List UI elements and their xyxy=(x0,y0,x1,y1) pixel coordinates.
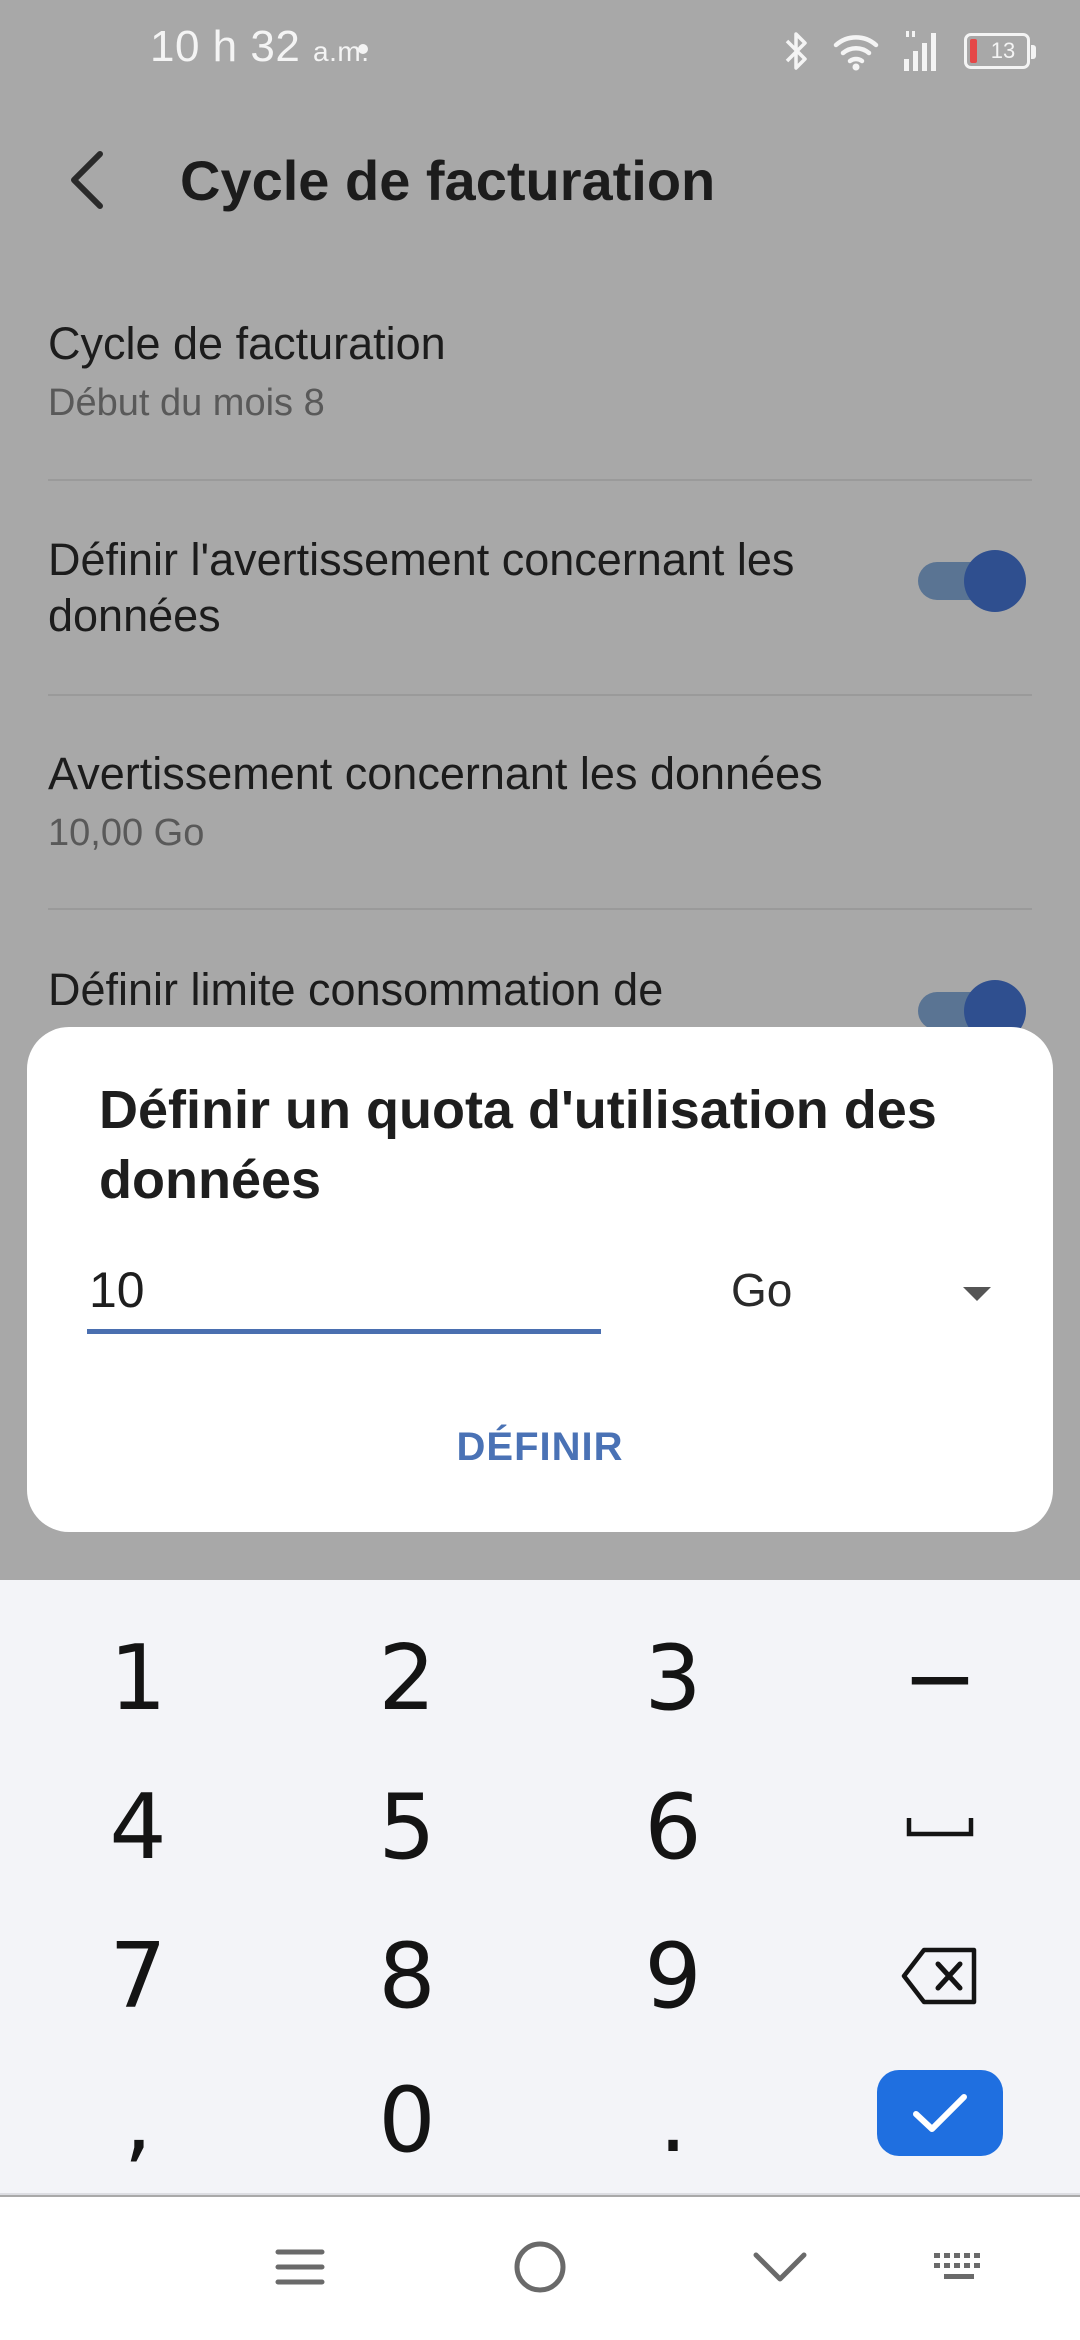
toggle-thumb xyxy=(964,550,1026,612)
define-button[interactable]: DÉFINIR xyxy=(327,1407,753,1487)
data-warning-toggle[interactable] xyxy=(918,550,1028,612)
quota-input[interactable] xyxy=(87,1255,599,1325)
key-comma[interactable]: , xyxy=(18,2050,258,2190)
navigation-bar xyxy=(0,2197,1080,2340)
home-button[interactable] xyxy=(485,2227,595,2307)
keyboard-switch-button[interactable] xyxy=(905,2227,1015,2307)
confirm-key[interactable] xyxy=(877,2070,1003,2156)
status-clock: 10 h 32 xyxy=(150,22,301,71)
wifi-icon xyxy=(832,31,880,71)
divider xyxy=(48,694,1032,696)
home-icon xyxy=(514,2241,566,2293)
key-7[interactable]: 7 xyxy=(18,1906,258,2046)
set-data-limit-row[interactable]: Définir limite consommation de xyxy=(48,962,808,1018)
key-2[interactable]: 2 xyxy=(287,1608,527,1748)
set-data-warning-row[interactable]: Définir l'avertissement concernant les d… xyxy=(48,532,808,644)
checkmark-icon xyxy=(913,2094,967,2132)
divider xyxy=(48,479,1032,481)
battery-icon: 13 xyxy=(964,33,1036,69)
key-0[interactable]: 0 xyxy=(287,2050,527,2190)
billing-cycle-subtitle: Début du mois 8 xyxy=(48,382,325,424)
numeric-keyboard: 1 2 3 − 4 5 6 7 8 9 , 0 . xyxy=(0,1580,1080,2195)
key-backspace[interactable] xyxy=(820,1906,1060,2046)
chevron-down-icon xyxy=(963,1287,991,1301)
app-bar: Cycle de facturation xyxy=(0,120,1080,250)
back-arrow-icon xyxy=(71,151,103,209)
set-data-limit-title: Définir limite consommation de xyxy=(48,964,664,1015)
signal-icon xyxy=(902,29,942,73)
divider xyxy=(48,908,1032,910)
key-4[interactable]: 4 xyxy=(18,1757,258,1897)
key-9[interactable]: 9 xyxy=(553,1906,793,2046)
status-time: 10 h 32 a.m. xyxy=(150,22,370,72)
page-title: Cycle de facturation xyxy=(180,149,716,212)
billing-cycle-row[interactable]: Cycle de facturation Début du mois 8 xyxy=(48,316,1032,425)
recent-apps-button[interactable] xyxy=(245,2227,355,2307)
key-8[interactable]: 8 xyxy=(287,1906,527,2046)
key-minus[interactable]: − xyxy=(820,1608,1060,1748)
notification-dot xyxy=(358,44,368,54)
key-1[interactable]: 1 xyxy=(18,1608,258,1748)
keyboard-switch-icon xyxy=(934,2253,980,2279)
billing-cycle-title: Cycle de facturation xyxy=(48,318,446,369)
key-6[interactable]: 6 xyxy=(553,1757,793,1897)
status-bar: 10 h 32 a.m. 13 xyxy=(0,0,1080,110)
backspace-icon xyxy=(901,1947,977,2005)
space-icon xyxy=(906,1818,974,1837)
dialog-title: Définir un quota d'utilisation des donné… xyxy=(99,1080,937,1210)
data-warning-value: 10,00 Go xyxy=(48,812,205,854)
hide-keyboard-button[interactable] xyxy=(725,2227,835,2307)
data-warning-row[interactable]: Avertissement concernant les données 10,… xyxy=(48,746,1032,855)
unit-dropdown[interactable]: Go xyxy=(687,1255,997,1335)
status-icons: 13 xyxy=(784,26,1036,76)
data-quota-dialog: Définir un quota d'utilisation des donné… xyxy=(27,1027,1053,1532)
collapse-keyboard-icon xyxy=(753,2252,807,2282)
battery-fill xyxy=(970,39,977,63)
menu-icon xyxy=(275,2249,325,2285)
data-warning-title: Avertissement concernant les données xyxy=(48,748,823,799)
back-button[interactable] xyxy=(46,140,126,220)
key-period[interactable]: . xyxy=(553,2050,793,2190)
input-underline xyxy=(87,1329,601,1334)
key-space[interactable] xyxy=(820,1757,1060,1897)
unit-selected-label: Go xyxy=(731,1264,793,1316)
set-data-warning-title: Définir l'avertissement concernant les d… xyxy=(48,534,795,641)
bluetooth-icon xyxy=(784,30,810,72)
key-3[interactable]: 3 xyxy=(553,1608,793,1748)
key-5[interactable]: 5 xyxy=(287,1757,527,1897)
battery-level: 13 xyxy=(990,38,1016,63)
